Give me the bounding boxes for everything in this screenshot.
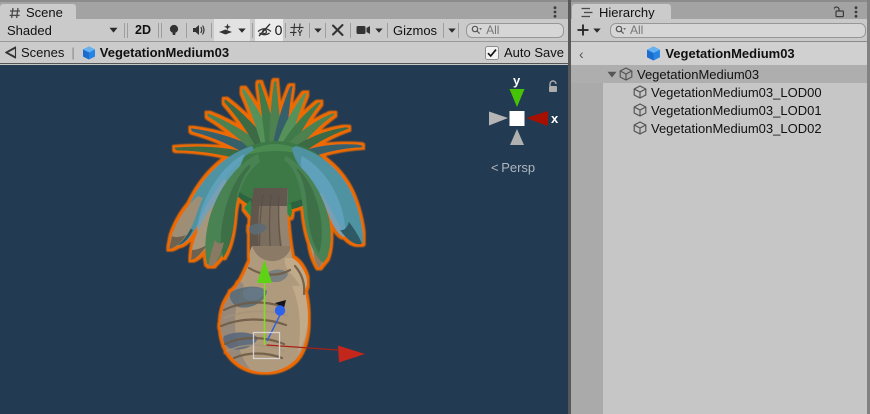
svg-text:y: y	[513, 73, 521, 88]
svg-text:x: x	[551, 111, 559, 126]
